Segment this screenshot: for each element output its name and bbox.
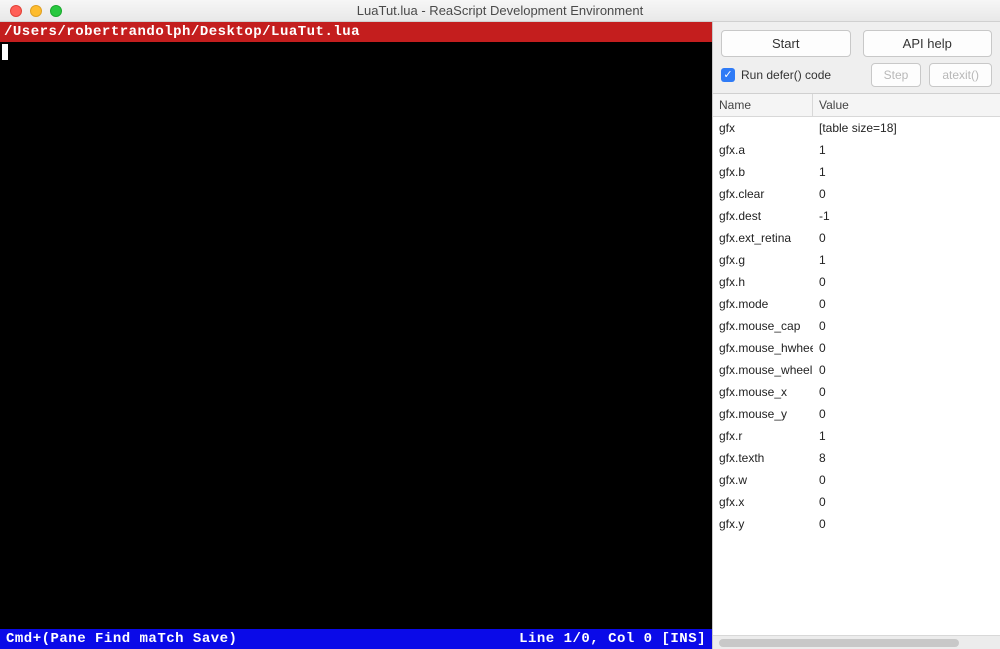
- toolbar: Start API help ✓ Run defer() code Step a…: [713, 22, 1000, 93]
- var-value: 0: [813, 227, 1000, 249]
- var-name: gfx.mouse_cap: [713, 315, 813, 337]
- var-value: 0: [813, 469, 1000, 491]
- var-name: gfx.texth: [713, 447, 813, 469]
- maximize-icon[interactable]: [50, 5, 62, 17]
- table-row[interactable]: gfx.b1: [713, 161, 1000, 183]
- table-row[interactable]: gfx.mouse_hwheel0: [713, 337, 1000, 359]
- var-name: gfx.clear: [713, 183, 813, 205]
- table-row[interactable]: gfx.h0: [713, 271, 1000, 293]
- var-name: gfx.x: [713, 491, 813, 513]
- var-name: gfx.g: [713, 249, 813, 271]
- traffic-lights: [0, 5, 62, 17]
- var-value: -1: [813, 205, 1000, 227]
- editor-pane: /Users/robertrandolph/Desktop/LuaTut.lua…: [0, 22, 712, 649]
- var-name: gfx.y: [713, 513, 813, 535]
- toolbar-row-1: Start API help: [721, 30, 992, 57]
- table-row[interactable]: gfx.ext_retina0: [713, 227, 1000, 249]
- var-value: 0: [813, 359, 1000, 381]
- var-name: gfx.mouse_y: [713, 403, 813, 425]
- var-name: gfx.dest: [713, 205, 813, 227]
- table-row[interactable]: gfx.mouse_wheel0: [713, 359, 1000, 381]
- var-name: gfx.mouse_hwheel: [713, 337, 813, 359]
- debug-buttons: Step atexit(): [871, 63, 992, 87]
- table-row[interactable]: gfx.a1: [713, 139, 1000, 161]
- table-row[interactable]: gfx.r1: [713, 425, 1000, 447]
- main-area: /Users/robertrandolph/Desktop/LuaTut.lua…: [0, 22, 1000, 649]
- var-value: 1: [813, 139, 1000, 161]
- variables-body[interactable]: gfx[table size=18]gfx.a1gfx.b1gfx.clear0…: [713, 117, 1000, 635]
- variables-header: Name Value: [713, 94, 1000, 117]
- var-name: gfx.r: [713, 425, 813, 447]
- titlebar: LuaTut.lua - ReaScript Development Envir…: [0, 0, 1000, 22]
- atexit-button[interactable]: atexit(): [929, 63, 992, 87]
- header-value[interactable]: Value: [813, 94, 1000, 116]
- table-row[interactable]: gfx.mouse_y0: [713, 403, 1000, 425]
- side-panel: Start API help ✓ Run defer() code Step a…: [712, 22, 1000, 649]
- header-name[interactable]: Name: [713, 94, 813, 116]
- code-editor[interactable]: [0, 42, 712, 629]
- table-row[interactable]: gfx.x0: [713, 491, 1000, 513]
- table-row[interactable]: gfx.w0: [713, 469, 1000, 491]
- step-button[interactable]: Step: [871, 63, 922, 87]
- var-name: gfx.a: [713, 139, 813, 161]
- var-value: 8: [813, 447, 1000, 469]
- var-name: gfx.mouse_wheel: [713, 359, 813, 381]
- table-row[interactable]: gfx[table size=18]: [713, 117, 1000, 139]
- var-value: 0: [813, 337, 1000, 359]
- var-value: [table size=18]: [813, 117, 1000, 139]
- horizontal-scrollbar[interactable]: [713, 635, 1000, 649]
- table-row[interactable]: gfx.mouse_cap0: [713, 315, 1000, 337]
- var-value: 0: [813, 381, 1000, 403]
- table-row[interactable]: gfx.mode0: [713, 293, 1000, 315]
- var-value: 0: [813, 183, 1000, 205]
- var-name: gfx.mouse_x: [713, 381, 813, 403]
- table-row[interactable]: gfx.clear0: [713, 183, 1000, 205]
- var-name: gfx.h: [713, 271, 813, 293]
- close-icon[interactable]: [10, 5, 22, 17]
- var-value: 1: [813, 249, 1000, 271]
- minimize-icon[interactable]: [30, 5, 42, 17]
- var-value: 0: [813, 403, 1000, 425]
- var-name: gfx: [713, 117, 813, 139]
- table-row[interactable]: gfx.y0: [713, 513, 1000, 535]
- var-value: 0: [813, 491, 1000, 513]
- var-value: 0: [813, 315, 1000, 337]
- var-value: 1: [813, 161, 1000, 183]
- table-row[interactable]: gfx.g1: [713, 249, 1000, 271]
- var-name: gfx.b: [713, 161, 813, 183]
- var-name: gfx.w: [713, 469, 813, 491]
- var-value: 0: [813, 293, 1000, 315]
- var-value: 0: [813, 513, 1000, 535]
- table-row[interactable]: gfx.texth8: [713, 447, 1000, 469]
- status-left: Cmd+(Pane Find maTch Save): [6, 631, 237, 647]
- status-bar: Cmd+(Pane Find maTch Save) Line 1/0, Col…: [0, 629, 712, 649]
- status-right: Line 1/0, Col 0 [INS]: [519, 631, 706, 647]
- api-help-button[interactable]: API help: [863, 30, 993, 57]
- table-row[interactable]: gfx.dest-1: [713, 205, 1000, 227]
- var-name: gfx.mode: [713, 293, 813, 315]
- text-cursor: [2, 44, 8, 60]
- start-button[interactable]: Start: [721, 30, 851, 57]
- var-value: 1: [813, 425, 1000, 447]
- run-defer-label: Run defer() code: [741, 68, 831, 82]
- window-title: LuaTut.lua - ReaScript Development Envir…: [0, 3, 1000, 18]
- file-path-bar: /Users/robertrandolph/Desktop/LuaTut.lua: [0, 22, 712, 42]
- var-name: gfx.ext_retina: [713, 227, 813, 249]
- table-row[interactable]: gfx.mouse_x0: [713, 381, 1000, 403]
- toolbar-row-2: ✓ Run defer() code Step atexit(): [721, 63, 992, 87]
- variables-table: Name Value gfx[table size=18]gfx.a1gfx.b…: [713, 93, 1000, 649]
- run-defer-checkbox[interactable]: ✓: [721, 68, 735, 82]
- var-value: 0: [813, 271, 1000, 293]
- scrollbar-thumb[interactable]: [719, 639, 959, 647]
